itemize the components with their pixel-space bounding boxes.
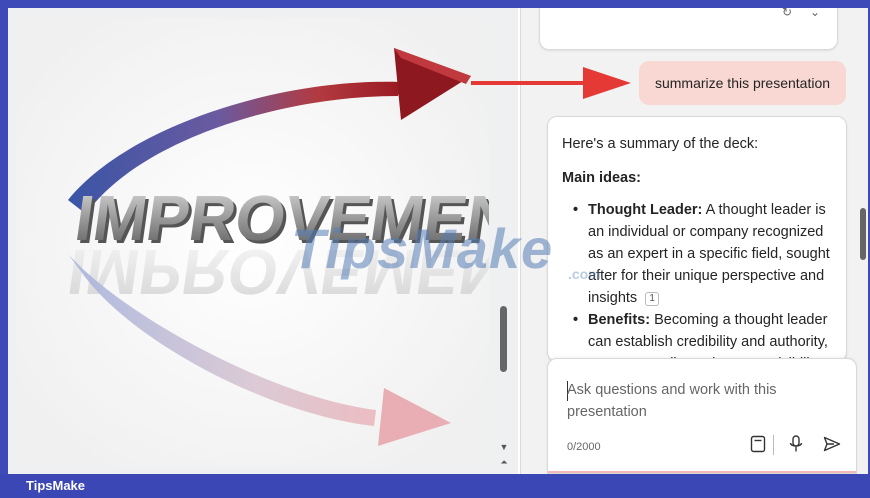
toolbar-divider	[773, 435, 774, 455]
reply-bullets: Thought Leader: A thought leader is an i…	[562, 199, 832, 361]
notebook-icon[interactable]	[746, 432, 770, 456]
copilot-chat-pane: ↻ ⌄ summarize this presentation Here's a…	[471, 8, 868, 474]
next-slide-icon[interactable]: ▼	[497, 442, 511, 452]
slide-navigator-icon[interactable]: ⏶	[497, 456, 511, 468]
microphone-icon[interactable]	[784, 432, 808, 456]
chat-composer[interactable]: Ask questions and work with this present…	[547, 358, 857, 474]
more-icon[interactable]: ⌄	[810, 8, 820, 19]
list-item: Benefits: Becoming a thought leader can …	[562, 309, 832, 361]
composer-input[interactable]: Ask questions and work with this present…	[567, 379, 817, 423]
watermark-suffix: .com	[568, 266, 601, 282]
slide-scroll-thumb[interactable]	[500, 306, 507, 372]
watermark-logo: TipsMake	[291, 217, 554, 280]
app-window: IMPROVEMENT IMPROVEMENT IMPROVEMENT ▼ ⏶ …	[8, 8, 868, 474]
bullet-term: Thought Leader:	[588, 202, 703, 218]
reply-intro: Here's a summary of the deck:	[562, 136, 759, 152]
chat-scroll-thumb[interactable]	[860, 208, 866, 260]
list-item: Thought Leader: A thought leader is an i…	[562, 199, 832, 309]
bullet-term: Benefits:	[588, 312, 651, 328]
composer-accent-bar	[548, 471, 856, 473]
assistant-reply: Here's a summary of the deck: Main ideas…	[547, 116, 847, 362]
footer-bar: TipsMake	[0, 474, 870, 498]
user-message: summarize this presentation	[639, 61, 846, 105]
like-icon[interactable]: ↻	[782, 8, 792, 19]
send-icon[interactable]	[820, 432, 844, 456]
reply-heading: Main ideas:	[562, 170, 641, 186]
annotation-arrow	[471, 67, 631, 99]
character-count: 0/2000	[567, 441, 601, 453]
footer-brand: TipsMake	[26, 478, 86, 493]
citation-badge[interactable]: 1	[645, 292, 660, 306]
previous-message-card: ↻ ⌄	[539, 8, 838, 50]
